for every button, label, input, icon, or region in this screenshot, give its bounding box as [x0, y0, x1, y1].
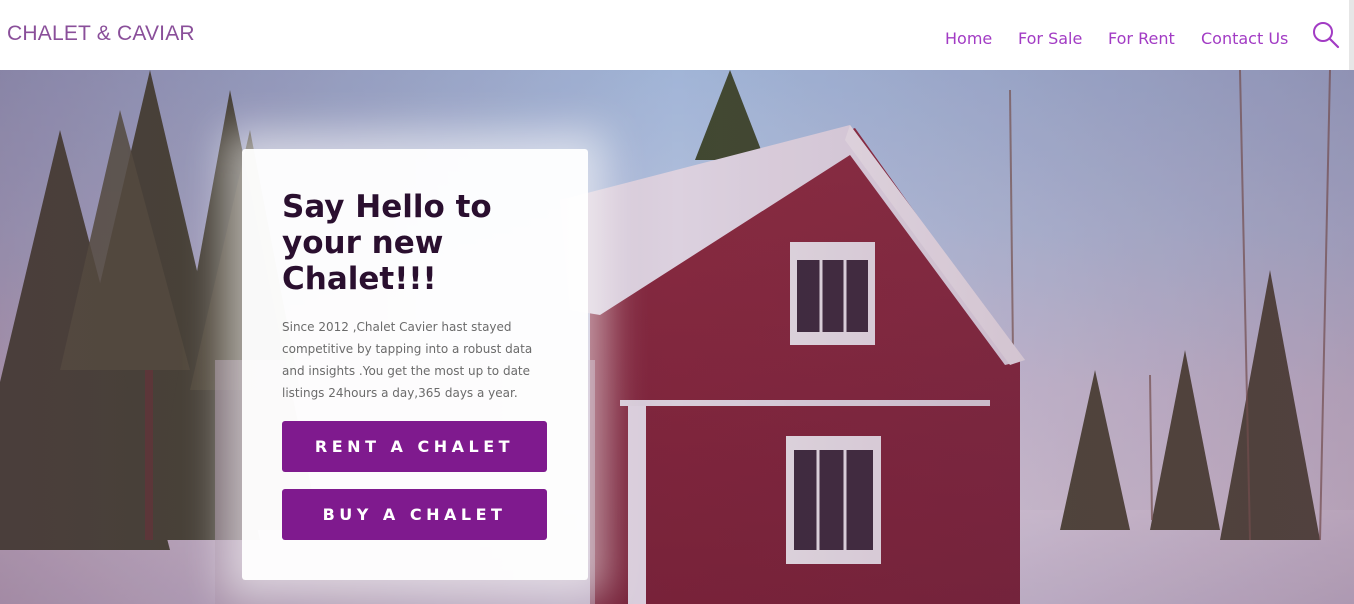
hero-background-image: [0, 70, 1354, 604]
search-icon[interactable]: [1311, 20, 1341, 50]
hero-section: [0, 70, 1354, 604]
rent-a-chalet-button[interactable]: RENT A CHALET: [282, 421, 547, 472]
hero-description: Since 2012 ,Chalet Cavier hast stayed co…: [282, 320, 533, 400]
nav-contact-us[interactable]: Contact Us: [1201, 29, 1288, 48]
nav-for-sale[interactable]: For Sale: [1018, 29, 1082, 48]
site-logo[interactable]: CHALET & CAVIAR: [7, 22, 195, 46]
scrollbar[interactable]: [1349, 0, 1354, 70]
nav-for-rent[interactable]: For Rent: [1108, 29, 1175, 48]
buy-a-chalet-button[interactable]: BUY A CHALET: [282, 489, 547, 540]
hero-card: Say Hello to your new Chalet!!! Since 20…: [242, 149, 588, 580]
nav-home[interactable]: Home: [945, 29, 992, 48]
site-header: CHALET & CAVIAR Home For Sale For Rent C…: [0, 0, 1354, 70]
hero-title: Say Hello to your new Chalet!!!: [282, 189, 492, 297]
